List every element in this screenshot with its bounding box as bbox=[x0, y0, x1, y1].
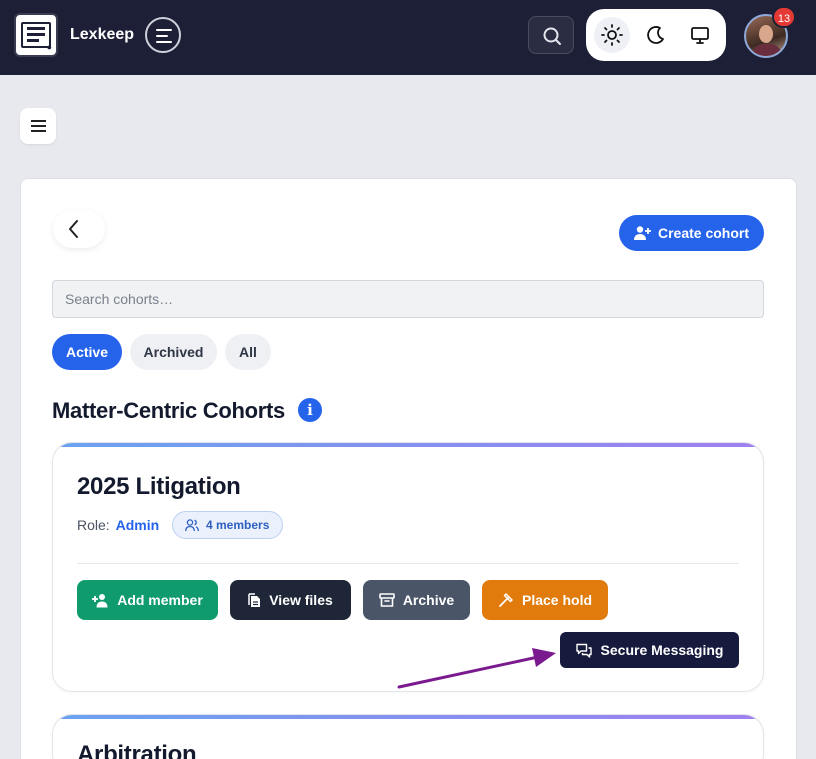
info-icon[interactable]: i bbox=[298, 398, 322, 422]
search-icon bbox=[543, 27, 561, 45]
filter-archived[interactable]: Archived bbox=[130, 334, 217, 370]
filter-active[interactable]: Active bbox=[52, 334, 122, 370]
search-button[interactable] bbox=[528, 16, 574, 54]
hammer-icon bbox=[499, 593, 513, 607]
user-plus-icon bbox=[92, 593, 108, 607]
view-files-label: View files bbox=[269, 592, 333, 608]
members-badge[interactable]: 4 members bbox=[172, 511, 283, 539]
logo-icon[interactable]: ● bbox=[14, 13, 58, 57]
chat-icon bbox=[575, 643, 592, 658]
divider bbox=[77, 563, 739, 564]
create-cohort-label: Create cohort bbox=[658, 225, 750, 241]
members-count: 4 members bbox=[206, 518, 270, 532]
monitor-icon bbox=[691, 27, 709, 44]
menu-toggle-icon[interactable] bbox=[145, 17, 181, 53]
sun-icon bbox=[601, 24, 623, 46]
card-accent-stripe bbox=[53, 715, 763, 719]
role-text: Role: Admin bbox=[77, 517, 159, 533]
top-nav-bar: ● Lexkeep 13 bbox=[0, 0, 816, 75]
chevron-left-icon bbox=[69, 220, 78, 238]
card-accent-stripe bbox=[53, 443, 763, 447]
search-input[interactable] bbox=[52, 280, 764, 318]
section-title: Matter-Centric Cohorts bbox=[52, 398, 285, 423]
file-icon bbox=[248, 592, 261, 607]
add-member-button[interactable]: Add member bbox=[77, 580, 218, 620]
theme-switcher bbox=[586, 9, 726, 61]
place-hold-label: Place hold bbox=[521, 592, 593, 608]
archive-button[interactable]: Archive bbox=[363, 580, 470, 620]
archive-label: Archive bbox=[402, 592, 455, 608]
back-button[interactable] bbox=[53, 210, 105, 248]
light-theme-button[interactable] bbox=[594, 17, 630, 53]
moon-icon bbox=[647, 26, 664, 44]
role-label: Role: bbox=[77, 517, 110, 533]
user-plus-icon bbox=[634, 226, 651, 240]
secure-messaging-label: Secure Messaging bbox=[600, 642, 724, 658]
cohort-title: Arbitration bbox=[77, 741, 197, 759]
notification-badge: 13 bbox=[772, 6, 796, 28]
cohort-card: Arbitration bbox=[52, 714, 764, 759]
app-name: Lexkeep bbox=[70, 26, 135, 43]
role-value: Admin bbox=[115, 517, 160, 533]
add-member-label: Add member bbox=[117, 592, 203, 608]
secure-messaging-button[interactable]: Secure Messaging bbox=[560, 632, 739, 668]
dark-theme-button[interactable] bbox=[638, 17, 674, 53]
users-icon bbox=[185, 518, 199, 531]
place-hold-button[interactable]: Place hold bbox=[482, 580, 608, 620]
system-theme-button[interactable] bbox=[682, 17, 718, 53]
hamburger-icon[interactable] bbox=[20, 108, 56, 144]
archive-icon bbox=[379, 593, 395, 607]
filter-all[interactable]: All bbox=[225, 334, 271, 370]
view-files-button[interactable]: View files bbox=[230, 580, 351, 620]
create-cohort-button[interactable]: Create cohort bbox=[619, 215, 764, 251]
cohort-title: 2025 Litigation bbox=[77, 473, 241, 500]
